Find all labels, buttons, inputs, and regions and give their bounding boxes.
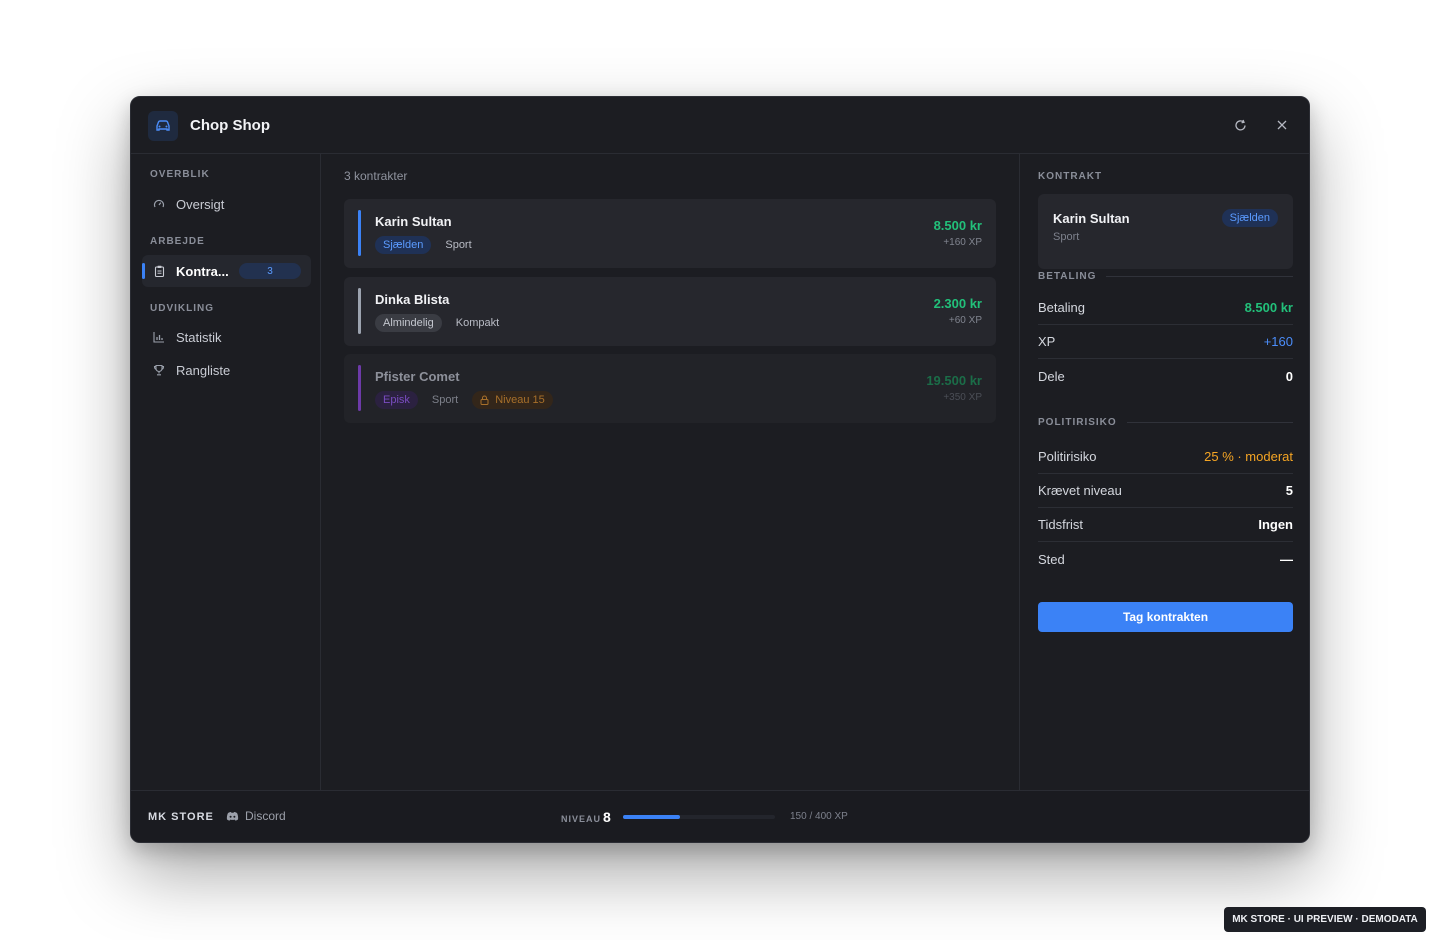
vehicle-class: Sport <box>445 239 472 251</box>
detail-row-sted: Sted — <box>1038 542 1293 576</box>
car-icon <box>148 111 178 141</box>
sidebar-section-udvikling: UDVIKLING <box>150 303 214 314</box>
preview-watermark: MK STORE · UI PREVIEW · DEMODATA <box>1224 907 1426 932</box>
clipboard-icon <box>152 264 166 278</box>
count-badge: 3 <box>239 263 301 279</box>
detail-row-dele: Dele 0 <box>1038 359 1293 393</box>
card-accent-bar <box>358 288 361 334</box>
row-value: +160 <box>1263 334 1293 349</box>
detail-rarity-badge: Sjælden <box>1221 209 1278 227</box>
detail-name: Karin Sultan <box>1053 211 1130 226</box>
rarity-badge: Episk <box>375 391 418 409</box>
payment-section-title: BETALING <box>1038 271 1293 282</box>
contract-price: 2.300 kr <box>933 296 982 311</box>
row-value: 5 <box>1285 483 1293 498</box>
contract-card[interactable]: Dinka Blista Almindelig Kompakt 2.300 kr… <box>344 277 996 346</box>
sidebar-item-kontrakter[interactable]: Kontra... 3 <box>142 255 311 287</box>
sidebar-item-label: Oversigt <box>176 196 225 212</box>
contract-name: Dinka Blista <box>375 292 450 307</box>
section-label: KONTRAKT <box>1038 171 1103 182</box>
vehicle-class: Sport <box>431 394 459 406</box>
xp-progress-fill <box>623 815 680 819</box>
row-value: 0 <box>1285 368 1293 384</box>
vehicle-class: Kompakt <box>455 317 500 329</box>
row-value: 8.500 kr <box>1244 300 1293 315</box>
close-icon <box>1277 120 1287 130</box>
gauge-icon <box>152 197 166 211</box>
brand-label: MK STORE <box>148 811 214 823</box>
row-label: Betaling <box>1038 300 1085 315</box>
sidebar: OVERBLIK Oversigt ARBEJDE Kontra... 3 UD… <box>131 154 321 790</box>
take-contract-button[interactable]: Tag kontrakten <box>1038 602 1293 632</box>
level-lock-badge: Niveau 15 <box>472 391 553 409</box>
detail-row-tidsfrist: Tidsfrist Ingen <box>1038 508 1293 542</box>
app-title: Chop Shop <box>190 117 270 134</box>
level-label: NIVEAU <box>561 814 602 824</box>
app-window: Chop Shop OVERBLIK Oversigt ARBEJDE Kont… <box>130 96 1310 843</box>
row-label: Tidsfrist <box>1038 517 1084 532</box>
divider <box>1126 422 1293 423</box>
rarity-badge: Sjælden <box>375 236 432 254</box>
sidebar-item-oversigt[interactable]: Oversigt <box>142 188 311 220</box>
detail-row-xp: XP +160 <box>1038 325 1293 359</box>
discord-link[interactable]: Discord <box>226 809 286 823</box>
detail-class: Sport <box>1053 231 1080 243</box>
refresh-button[interactable] <box>1230 115 1250 135</box>
refresh-icon <box>1234 119 1246 130</box>
card-accent-bar <box>358 365 361 411</box>
row-value: — <box>1280 551 1293 567</box>
discord-icon <box>226 811 239 821</box>
level-value: 8 <box>603 809 611 825</box>
detail-row-betaling: Betaling 8.500 kr <box>1038 291 1293 325</box>
detail-section-title: KONTRAKT <box>1038 171 1293 182</box>
row-label: Sted <box>1038 551 1065 567</box>
footer: MK STORE Discord NIVEAU 8 150 / 400 XP <box>131 790 1309 842</box>
discord-label: Discord <box>245 809 286 823</box>
contract-card[interactable]: Karin Sultan Sjælden Sport 8.500 kr +160… <box>344 199 996 268</box>
sidebar-item-statistik[interactable]: Statistik <box>142 321 311 353</box>
contract-xp: +60 XP <box>948 315 982 326</box>
detail-row-kraevet-niveau: Krævet niveau 5 <box>1038 474 1293 508</box>
xp-progress-text: 150 / 400 XP <box>790 811 848 822</box>
bar-chart-icon <box>152 330 166 344</box>
contract-name: Karin Sultan <box>375 214 452 229</box>
sidebar-item-rangliste[interactable]: Rangliste <box>142 354 311 386</box>
titlebar: Chop Shop <box>131 97 1309 154</box>
divider <box>1106 276 1293 277</box>
contract-xp: +350 XP <box>943 392 982 403</box>
contract-count: 3 kontrakter <box>344 169 408 183</box>
selected-contract-card: Karin Sultan Sport Sjælden <box>1038 194 1293 269</box>
contract-price: 8.500 kr <box>933 218 982 233</box>
lock-icon <box>480 395 489 405</box>
close-button[interactable] <box>1272 115 1292 135</box>
row-label: Politirisiko <box>1038 449 1097 464</box>
sidebar-item-label: Kontra... <box>176 263 229 279</box>
contract-price: 19.500 kr <box>926 373 982 388</box>
trophy-icon <box>152 363 166 377</box>
row-value: Ingen <box>1258 517 1293 532</box>
row-value: 25 % · moderat <box>1204 449 1293 464</box>
rarity-badge: Almindelig <box>375 314 442 332</box>
detail-row-politirisiko: Politirisiko 25 % · moderat <box>1038 440 1293 474</box>
sidebar-section-arbejde: ARBEJDE <box>150 236 205 247</box>
section-label: BETALING <box>1038 271 1097 282</box>
sidebar-item-label: Statistik <box>176 329 222 345</box>
row-label: Dele <box>1038 368 1065 384</box>
row-label: XP <box>1038 334 1056 349</box>
contract-detail-panel: KONTRAKT Karin Sultan Sport Sjælden BETA… <box>1019 154 1309 790</box>
lock-label: Niveau 15 <box>495 394 545 406</box>
xp-progress-bar <box>623 815 775 819</box>
risk-section-title: POLITIRISIKO <box>1038 417 1293 428</box>
contract-name: Pfister Comet <box>375 369 460 384</box>
contract-xp: +160 XP <box>943 237 982 248</box>
sidebar-item-label: Rangliste <box>176 362 231 378</box>
card-accent-bar <box>358 210 361 256</box>
sidebar-section-overblik: OVERBLIK <box>150 169 210 180</box>
section-label: POLITIRISIKO <box>1038 417 1117 428</box>
contract-list-panel: 3 kontrakter Karin Sultan Sjælden Sport … <box>322 154 1018 790</box>
contract-card-locked[interactable]: Pfister Comet Episk Sport Niveau 15 19.5… <box>344 354 996 423</box>
row-label: Krævet niveau <box>1038 483 1122 498</box>
